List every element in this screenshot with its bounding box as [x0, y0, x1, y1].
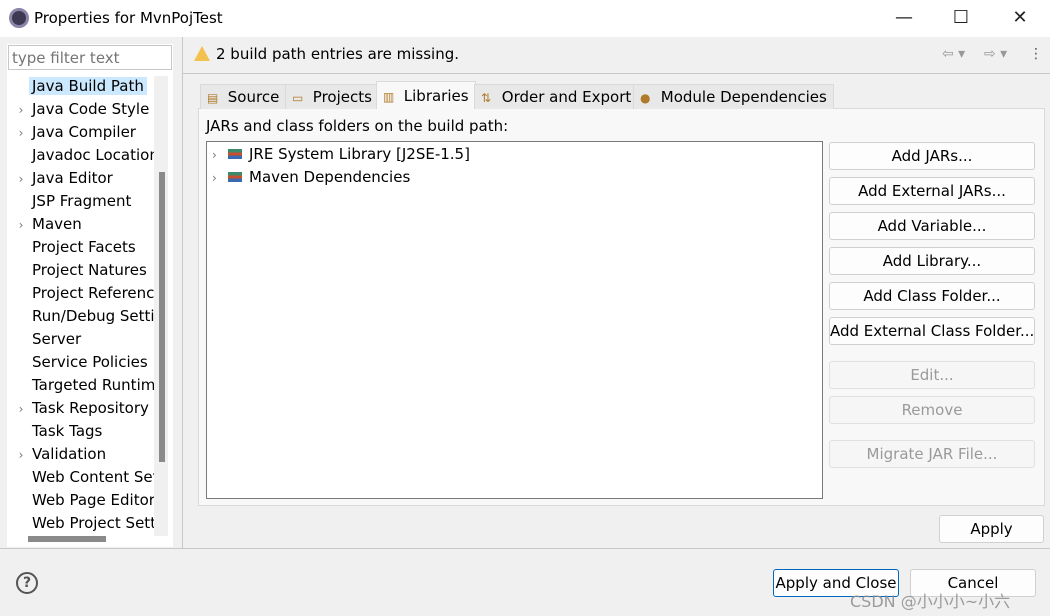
sidebar-item-label: Web Project Settings — [32, 514, 155, 532]
sidebar-item[interactable]: Web Content Settings — [10, 466, 155, 488]
help-icon[interactable]: ? — [16, 572, 38, 594]
add-external-jars-button[interactable]: Add External JARs... — [829, 177, 1035, 205]
sidebar-item[interactable]: Project References — [10, 282, 155, 304]
apply-button[interactable]: Apply — [939, 515, 1044, 543]
sidebar-item[interactable]: Service Policies — [10, 351, 155, 373]
sidebar-item[interactable]: › Java Compiler — [10, 121, 155, 143]
libraries-label: JARs and class folders on the build path… — [206, 117, 509, 135]
sidebar-item-label: Service Policies — [32, 353, 148, 371]
module-icon: ● — [640, 91, 651, 105]
sidebar-item-label: Web Page Editor — [32, 491, 155, 509]
sash[interactable] — [182, 37, 183, 549]
sidebar-item-label: Validation — [32, 445, 107, 463]
library-label: JRE System Library [J2SE-1.5] — [249, 145, 470, 163]
sidebar-item[interactable]: Targeted Runtimes — [10, 374, 155, 396]
sidebar-item-label: Targeted Runtimes — [32, 376, 155, 394]
sidebar-item-label: Javadoc Location — [32, 146, 155, 164]
more-menu-icon[interactable]: ⋮ — [1029, 46, 1043, 62]
watermark: CSDN @小小小~小六 — [850, 592, 1011, 611]
tab-order-and-export[interactable]: ⇅ Order and Export — [474, 84, 639, 109]
tab-source[interactable]: ▤ Source — [200, 84, 287, 109]
minimize-button[interactable]: — — [884, 4, 924, 32]
add-variable-button[interactable]: Add Variable... — [829, 212, 1035, 240]
chevron-right-icon[interactable]: › — [10, 444, 32, 465]
tab-label: Module Dependencies — [660, 88, 827, 106]
sidebar-item-label: Project References — [32, 284, 155, 302]
source-folder-icon: ▤ — [207, 91, 219, 105]
sidebar-item[interactable]: JSP Fragment — [10, 190, 155, 212]
folder-icon: ▭ — [292, 91, 304, 105]
sidebar-item-label: JSP Fragment — [32, 192, 132, 210]
close-button[interactable]: ✕ — [1000, 4, 1040, 32]
order-icon: ⇅ — [481, 91, 492, 105]
sidebar-item[interactable]: › Java Editor — [10, 167, 155, 189]
sidebar-item[interactable]: Task Tags — [10, 420, 155, 442]
sidebar-item[interactable]: Server — [10, 328, 155, 350]
sidebar-item-label: Task Repository — [32, 399, 149, 417]
sidebar-item[interactable]: Web Project Settings — [10, 512, 155, 534]
library-entry[interactable]: › JRE System Library [J2SE-1.5] — [212, 143, 470, 165]
sidebar-item-label: Java Build Path — [29, 77, 147, 95]
warning-icon — [194, 46, 210, 61]
tab-libraries[interactable]: ▥ Libraries — [376, 81, 476, 109]
sidebar-item[interactable]: Javadoc Location — [10, 144, 155, 166]
library-icon: ▥ — [383, 90, 395, 104]
add-library-button[interactable]: Add Library... — [829, 247, 1035, 275]
chevron-right-icon[interactable]: › — [10, 99, 32, 120]
separator — [0, 548, 1050, 549]
chevron-right-icon[interactable]: › — [10, 122, 32, 143]
sidebar-item[interactable]: Web Page Editor — [10, 489, 155, 511]
sidebar-item-label: Java Compiler — [32, 123, 136, 141]
add-class-folder-button[interactable]: Add Class Folder... — [829, 282, 1035, 310]
tab-projects[interactable]: ▭ Projects — [285, 84, 379, 109]
add-jars-button[interactable]: Add JARs... — [829, 142, 1035, 170]
sidebar-item[interactable]: Java Build Path — [10, 75, 155, 97]
chevron-right-icon[interactable]: › — [10, 398, 32, 419]
tab-label: Source — [227, 88, 280, 106]
sidebar-item-label: Server — [32, 330, 82, 348]
sidebar-item-label: Java Editor — [32, 169, 113, 187]
tab-label: Order and Export — [501, 88, 632, 106]
sidebar-item[interactable]: › Maven — [10, 213, 155, 235]
sidebar-scroll-thumb[interactable] — [159, 172, 165, 462]
chevron-right-icon[interactable]: › — [212, 144, 228, 166]
library-entry[interactable]: › Maven Dependencies — [212, 166, 410, 188]
sidebar-item-label: Web Content Settings — [32, 468, 155, 486]
chevron-right-icon[interactable]: › — [10, 214, 32, 235]
sidebar-item[interactable]: Project Facets — [10, 236, 155, 258]
sidebar-item-label: Java Code Style — [32, 100, 150, 118]
back-icon[interactable]: ⇦ ▾ — [942, 46, 965, 62]
filter-input[interactable] — [8, 45, 172, 70]
window-title: Properties for MvnPojTest — [34, 9, 223, 27]
library-label: Maven Dependencies — [249, 168, 411, 186]
sidebar-item-label: Run/Debug Settings — [32, 307, 155, 325]
library-icon — [228, 172, 242, 182]
sidebar-item-label: Project Facets — [32, 238, 136, 256]
sidebar-horizontal-scroll-thumb[interactable] — [28, 536, 106, 542]
sidebar-item-label: Task Tags — [32, 422, 103, 440]
chevron-right-icon[interactable]: › — [212, 167, 228, 189]
maximize-button[interactable]: ☐ — [941, 4, 981, 32]
message-text: 2 build path entries are missing. — [216, 45, 459, 63]
sidebar-item[interactable]: › Task Repository — [10, 397, 155, 419]
chevron-right-icon[interactable]: › — [10, 168, 32, 189]
sidebar-item-label: Project Natures — [32, 261, 147, 279]
sidebar-item-label: Maven — [32, 215, 82, 233]
sidebar-item[interactable]: Project Natures — [10, 259, 155, 281]
library-icon — [228, 149, 242, 159]
sidebar-item[interactable]: › Java Code Style — [10, 98, 155, 120]
tab-label: Projects — [312, 88, 372, 106]
tab-label: Libraries — [403, 87, 469, 105]
edit-button: Edit... — [829, 361, 1035, 389]
sidebar-item[interactable]: › Validation — [10, 443, 155, 465]
migrate-jar-file-button: Migrate JAR File... — [829, 440, 1035, 468]
remove-button: Remove — [829, 396, 1035, 424]
tab-module-dependencies[interactable]: ● Module Dependencies — [633, 84, 834, 109]
library-tree[interactable] — [206, 141, 823, 499]
add-external-class-folder-button[interactable]: Add External Class Folder... — [829, 317, 1035, 345]
eclipse-icon — [9, 8, 29, 28]
sidebar-item[interactable]: Run/Debug Settings — [10, 305, 155, 327]
forward-icon[interactable]: ⇨ ▾ — [984, 46, 1007, 62]
